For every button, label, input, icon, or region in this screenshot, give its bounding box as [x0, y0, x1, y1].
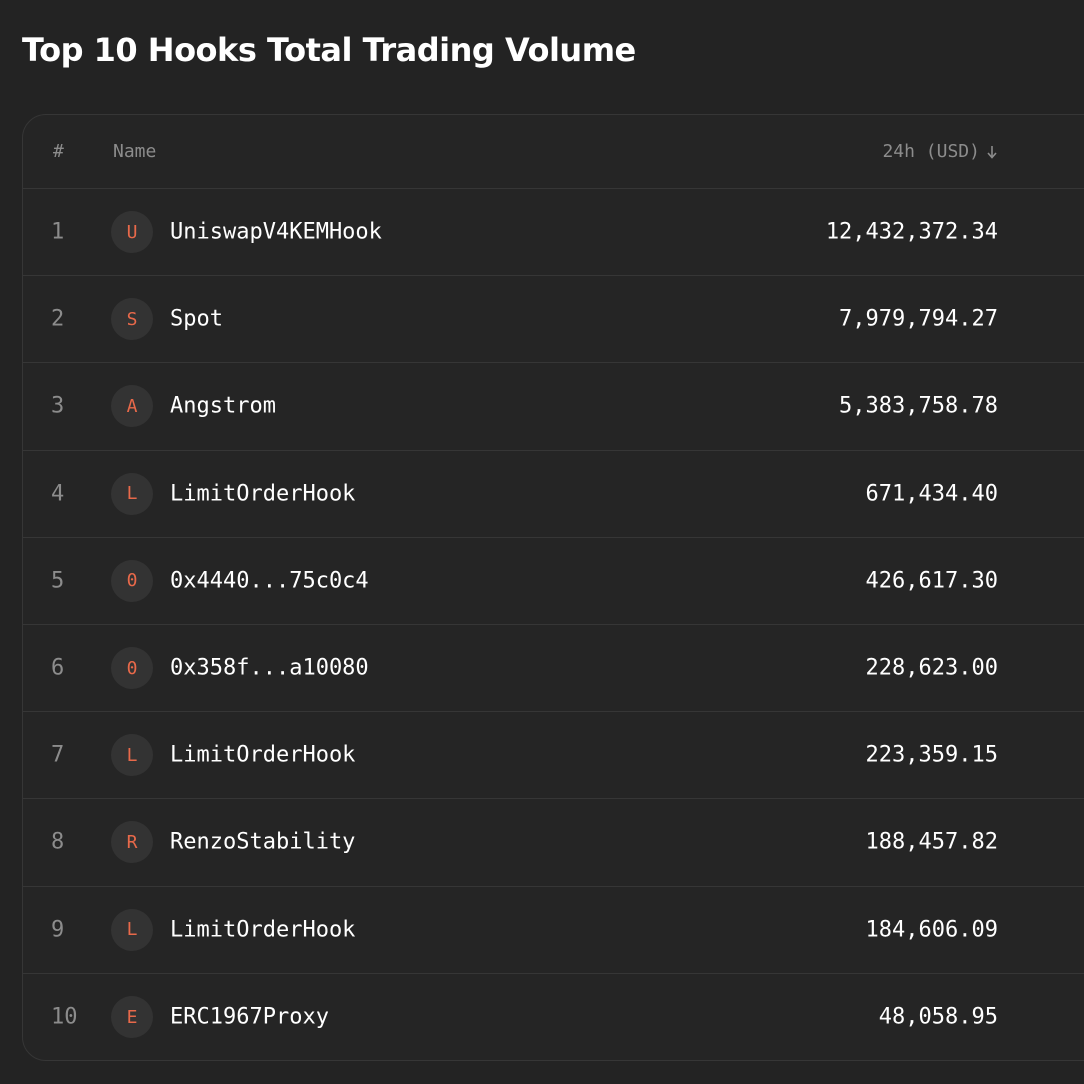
column-header-rank: # [53, 141, 64, 162]
table-row[interactable]: 4 L LimitOrderHook 671,434.40 [23, 451, 1084, 538]
avatar: L [111, 908, 153, 951]
hook-name-link[interactable]: LimitOrderHook [170, 743, 355, 768]
rank-cell: 2 [51, 306, 65, 332]
column-header-volume[interactable]: 24h (USD) [882, 140, 998, 164]
rank-cell: 8 [51, 829, 65, 855]
table-row[interactable]: 7 L LimitOrderHook 223,359.15 [23, 712, 1084, 800]
rank-cell: 5 [51, 568, 65, 594]
volume-cell: 48,058.95 [878, 1004, 998, 1030]
table-row[interactable]: 10 E ERC1967Proxy 48,058.95 [23, 974, 1084, 1060]
avatar: A [111, 385, 153, 428]
avatar: L [111, 472, 153, 515]
volume-cell: 5,383,758.78 [839, 393, 998, 419]
avatar: E [111, 996, 153, 1039]
volume-cell: 188,457.82 [865, 829, 998, 855]
rank-cell: 6 [51, 655, 65, 681]
volume-cell: 671,434.40 [865, 481, 998, 507]
table-row[interactable]: 1 U UniswapV4KEMHook 12,432,372.34 [23, 189, 1084, 277]
rank-cell: 10 [51, 1004, 78, 1030]
hook-name-link[interactable]: 0x358f...a10080 [170, 656, 369, 681]
volume-cell: 228,623.00 [865, 655, 998, 681]
volume-cell: 223,359.15 [865, 742, 998, 768]
table-row[interactable]: 9 L LimitOrderHook 184,606.09 [23, 887, 1084, 974]
avatar: R [111, 821, 153, 864]
avatar: 0 [111, 559, 153, 602]
column-header-name: Name [113, 141, 157, 162]
table-row[interactable]: 5 0 0x4440...75c0c4 426,617.30 [23, 538, 1084, 625]
hook-name-link[interactable]: ERC1967Proxy [170, 1005, 329, 1030]
avatar: L [111, 734, 153, 777]
table-row[interactable]: 2 S Spot 7,979,794.27 [23, 276, 1084, 364]
hook-name-link[interactable]: RenzoStability [170, 830, 355, 855]
hook-name-link[interactable]: LimitOrderHook [170, 481, 355, 506]
hook-name-link[interactable]: 0x4440...75c0c4 [170, 568, 369, 593]
table-row[interactable]: 3 A Angstrom 5,383,758.78 [23, 363, 1084, 451]
hook-name-link[interactable]: Angstrom [170, 394, 276, 419]
rank-cell: 1 [51, 219, 65, 245]
hook-name-link[interactable]: Spot [170, 307, 223, 332]
arrow-down-icon [987, 146, 997, 159]
rank-cell: 3 [51, 393, 65, 419]
hooks-table: # Name 24h (USD) 1 U UniswapV4KEMHook 12… [22, 114, 1084, 1061]
hook-name-link[interactable]: LimitOrderHook [170, 917, 355, 942]
page-title: Top 10 Hooks Total Trading Volume [22, 31, 636, 69]
rank-cell: 7 [51, 742, 65, 768]
rank-cell: 9 [51, 917, 65, 943]
avatar: 0 [111, 647, 153, 690]
table-header: # Name 24h (USD) [23, 115, 1084, 189]
volume-cell: 7,979,794.27 [839, 306, 998, 332]
rank-cell: 4 [51, 481, 65, 507]
column-header-volume-label: 24h (USD) [882, 141, 980, 162]
avatar: U [111, 211, 153, 254]
table-body: 1 U UniswapV4KEMHook 12,432,372.34 2 S S… [23, 189, 1084, 1060]
volume-cell: 426,617.30 [865, 568, 998, 594]
page: Top 10 Hooks Total Trading Volume # Name… [0, 0, 1084, 1084]
table-row[interactable]: 6 0 0x358f...a10080 228,623.00 [23, 625, 1084, 713]
hook-name-link[interactable]: UniswapV4KEMHook [170, 220, 382, 245]
avatar: S [111, 298, 153, 341]
table-row[interactable]: 8 R RenzoStability 188,457.82 [23, 799, 1084, 887]
volume-cell: 184,606.09 [865, 917, 998, 943]
volume-cell: 12,432,372.34 [825, 219, 998, 245]
